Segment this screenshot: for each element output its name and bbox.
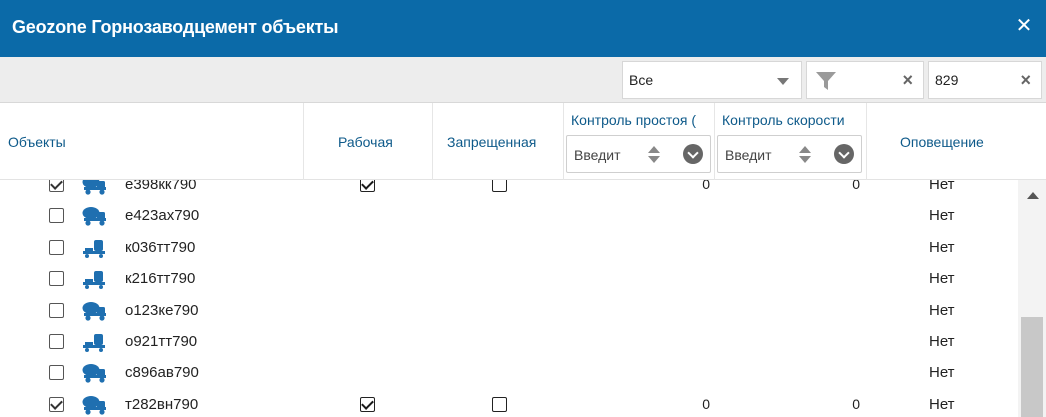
working-checkbox[interactable] [360,396,375,412]
table-row[interactable]: о123ке790 Нет [0,295,1018,326]
row-select-checkbox[interactable] [49,365,64,381]
spinner-icon[interactable] [798,144,812,166]
concrete-mixer-icon [82,395,108,415]
filter-field[interactable]: × [806,61,924,99]
header-working[interactable]: Рабочая [304,103,433,180]
table-header: Объекты Рабочая Запрещенная Контроль про… [0,103,1046,180]
header-objects[interactable]: Объекты [0,103,304,180]
row-select-checkbox[interactable] [49,208,64,224]
idle-value: 0 [702,395,710,412]
vehicle-plate: е423ах790 [125,207,200,225]
table-row[interactable]: т282вн790 0 0 Нет [0,389,1018,417]
header-working-label: Рабочая [338,134,393,150]
funnel-icon[interactable] [815,71,837,91]
scrollbar-thumb[interactable] [1021,317,1043,417]
dialog-title: Geozone Горнозаводцемент объекты [12,17,339,37]
dump-truck-icon [82,269,108,289]
chevron-circle-down-icon[interactable] [683,144,703,164]
table-row[interactable]: е423ах790 Нет [0,200,1018,231]
header-notification-label: Оповещение [900,134,984,150]
header-forbidden[interactable]: Запрещенная [433,103,564,180]
notification-value: Нет [929,238,955,256]
idle-filter-placeholder: Введит [574,147,621,163]
header-forbidden-label: Запрещенная [447,134,537,150]
table-row[interactable]: о921тт790 Нет [0,326,1018,357]
speed-value: 0 [852,180,860,192]
header-idle-control-label: Контроль простоя ( [571,112,697,128]
header-speed-control-label: Контроль скорости [722,112,845,128]
dump-truck-icon [82,332,108,352]
vertical-scrollbar[interactable] [1018,180,1046,417]
vehicle-plate: к036тт790 [125,238,196,256]
header-objects-label: Объекты [8,134,66,150]
header-idle-control[interactable]: Контроль простоя ( Введит [564,103,715,180]
row-select-checkbox[interactable] [49,239,64,255]
concrete-mixer-icon [82,301,108,321]
spinner-icon[interactable] [647,144,661,166]
vehicle-plate: к216тт790 [125,270,196,288]
status-select-value: Все [629,72,654,88]
table-row[interactable]: к216тт790 Нет [0,263,1018,294]
working-checkbox[interactable] [360,180,375,192]
header-notification[interactable]: Оповещение [867,103,1046,180]
notification-value: Нет [929,180,955,193]
forbidden-checkbox[interactable] [492,396,507,412]
row-select-checkbox[interactable] [49,180,64,192]
vehicle-plate: е398кк790 [125,180,197,193]
vehicle-plate: с896ав790 [125,364,199,382]
idle-value: 0 [702,180,710,192]
search-input[interactable]: 829 × [928,61,1042,99]
scroll-up-icon[interactable] [1027,192,1039,199]
row-select-checkbox[interactable] [49,271,64,287]
speed-value: 0 [852,395,860,412]
concrete-mixer-icon [82,363,108,383]
table-body: е398кк790 0 0 Нет е423ах790 Нет к036тт790 Нет к2… [0,180,1018,417]
concrete-mixer-icon [82,206,108,226]
header-speed-control[interactable]: Контроль скорости Введит [715,103,867,180]
notification-value: Нет [929,207,955,225]
notification-value: Нет [929,270,955,288]
forbidden-checkbox[interactable] [492,180,507,192]
status-select[interactable]: Все [622,61,802,99]
row-select-checkbox[interactable] [49,396,64,412]
vehicle-plate: т282вн790 [125,395,199,413]
notification-value: Нет [929,395,955,413]
table-row[interactable]: е398кк790 0 0 Нет [0,180,1018,200]
toolbar: Все × 829 × [0,57,1046,103]
table-row[interactable]: с896ав790 Нет [0,357,1018,388]
row-select-checkbox[interactable] [49,302,64,318]
speed-filter-input[interactable]: Введит [717,135,862,173]
vehicle-plate: о921тт790 [125,333,198,350]
dump-truck-icon [82,238,108,258]
chevron-down-icon [777,78,789,85]
filter-clear-icon[interactable]: × [902,70,913,91]
notification-value: Нет [929,364,955,382]
search-input-value: 829 [935,72,959,88]
notification-value: Нет [929,301,955,319]
dialog-titlebar: Geozone Горнозаводцемент объекты ✕ [0,0,1046,57]
speed-filter-placeholder: Введит [725,147,772,163]
close-icon[interactable]: ✕ [1012,14,1036,38]
chevron-circle-down-icon[interactable] [834,144,854,164]
table-row[interactable]: к036тт790 Нет [0,232,1018,263]
notification-value: Нет [929,333,955,350]
concrete-mixer-icon [82,180,108,195]
row-select-checkbox[interactable] [49,334,64,349]
search-clear-icon[interactable]: × [1020,70,1031,91]
idle-filter-input[interactable]: Введит [566,135,711,173]
vehicle-plate: о123ке790 [125,301,199,319]
